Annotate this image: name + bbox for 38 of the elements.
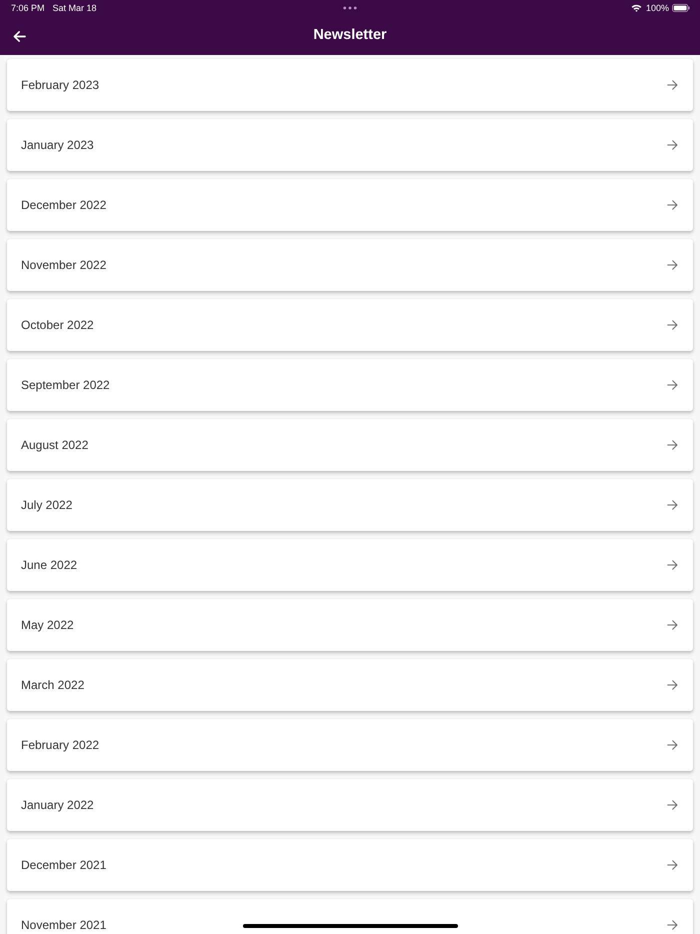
newsletter-item[interactable]: February 2022: [7, 719, 693, 771]
arrow-right-icon: [667, 200, 678, 210]
arrow-right-icon: [667, 920, 678, 930]
multitasking-dots-icon[interactable]: [343, 6, 357, 10]
newsletter-item[interactable]: January 2022: [7, 779, 693, 831]
newsletter-item[interactable]: May 2022: [7, 599, 693, 651]
arrow-right-icon: [667, 500, 678, 510]
arrow-right-icon: [667, 380, 678, 390]
arrow-right-icon: [667, 620, 678, 630]
newsletter-item[interactable]: October 2022: [7, 299, 693, 351]
newsletter-item[interactable]: December 2021: [7, 839, 693, 891]
newsletter-item[interactable]: August 2022: [7, 419, 693, 471]
arrow-right-icon: [667, 560, 678, 570]
status-time: 7:06 PM: [11, 2, 45, 14]
arrow-right-icon: [667, 800, 678, 810]
arrow-right-icon: [667, 860, 678, 870]
newsletter-item[interactable]: February 2023: [7, 59, 693, 111]
arrow-right-icon: [667, 80, 678, 90]
back-arrow-icon: [12, 30, 26, 42]
arrow-right-icon: [667, 140, 678, 150]
newsletter-item[interactable]: November 2022: [7, 239, 693, 291]
newsletter-item[interactable]: September 2022: [7, 359, 693, 411]
newsletter-item[interactable]: July 2022: [7, 479, 693, 531]
newsletter-item[interactable]: January 2023: [7, 119, 693, 171]
arrow-right-icon: [667, 440, 678, 450]
arrow-right-icon: [667, 320, 678, 330]
arrow-right-icon: [667, 260, 678, 270]
arrow-right-icon: [667, 740, 678, 750]
newsletter-item[interactable]: November 2021: [7, 899, 693, 934]
battery-percentage: 100%: [646, 2, 669, 14]
newsletter-item[interactable]: March 2022: [7, 659, 693, 711]
page-title: Newsletter: [313, 26, 387, 44]
arrow-right-icon: [667, 680, 678, 690]
newsletter-item[interactable]: December 2022: [7, 179, 693, 231]
status-date: Sat Mar 18: [52, 2, 97, 14]
newsletter-item[interactable]: June 2022: [7, 539, 693, 591]
battery-icon: [672, 4, 690, 12]
wifi-icon: [630, 4, 642, 12]
